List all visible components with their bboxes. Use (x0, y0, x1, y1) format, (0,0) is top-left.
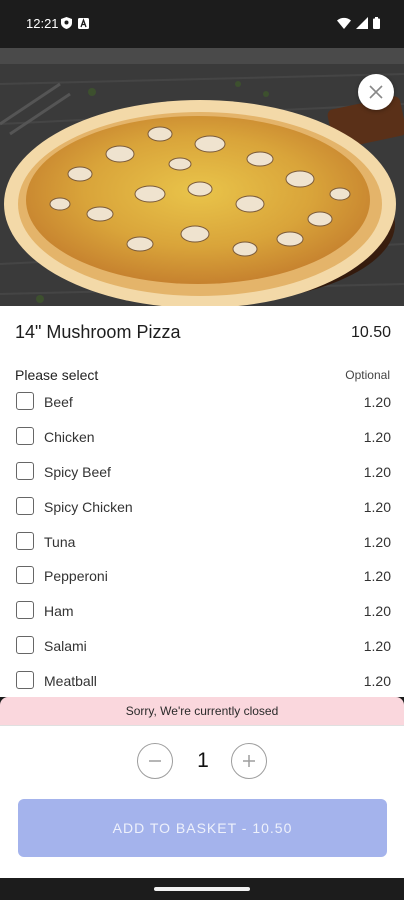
checkbox[interactable] (16, 496, 34, 515)
decrease-quantity-button[interactable] (137, 743, 173, 779)
order-panel: 1 ADD TO BASKET - 10.50 (0, 725, 404, 878)
status-right-icons (337, 17, 380, 29)
checkbox[interactable] (16, 531, 34, 550)
checkbox[interactable] (16, 461, 34, 480)
option-name: Spicy Beef (44, 463, 111, 480)
option-price: 1.20 (363, 533, 391, 550)
option-price: 1.20 (363, 428, 391, 445)
option-name: Ham (44, 603, 74, 620)
close-icon (369, 85, 383, 99)
option-price: 1.20 (363, 673, 391, 690)
increase-quantity-button[interactable] (231, 743, 267, 779)
closed-banner: Sorry, We're currently closed (0, 697, 404, 725)
status-time: 12:21 (26, 16, 59, 31)
options-section-label: Please select (15, 367, 99, 383)
plus-icon (243, 755, 255, 767)
option-row-tuna[interactable]: Tuna 1.20 (0, 524, 404, 559)
item-price: 10.50 (350, 324, 391, 341)
option-price: 1.20 (363, 568, 391, 585)
checkbox[interactable] (16, 636, 34, 655)
checkbox[interactable] (16, 426, 34, 445)
option-row-chicken[interactable]: Chicken 1.20 (0, 419, 404, 454)
option-name: Pepperoni (44, 568, 108, 585)
status-left-icons (61, 17, 89, 29)
system-nav-bar (0, 878, 404, 900)
option-row-spicy-beef[interactable]: Spicy Beef 1.20 (0, 454, 404, 489)
home-indicator[interactable] (154, 887, 250, 891)
option-price: 1.20 (363, 463, 391, 480)
option-row-spicy-chicken[interactable]: Spicy Chicken 1.20 (0, 489, 404, 524)
status-bar: 12:21 (0, 0, 404, 48)
checkbox[interactable] (16, 601, 34, 620)
quantity-stepper: 1 (0, 743, 404, 779)
option-name: Salami (44, 638, 87, 655)
option-name: Spicy Chicken (44, 498, 133, 515)
wifi-icon (337, 17, 351, 29)
pizza-image (0, 64, 404, 306)
option-price: 1.20 (363, 394, 391, 410)
checkbox[interactable] (16, 566, 34, 585)
option-name: Beef (44, 394, 73, 410)
checkbox[interactable] (16, 392, 34, 410)
checkbox[interactable] (16, 671, 34, 690)
option-row-ham[interactable]: Ham 1.20 (0, 593, 404, 628)
option-row-pepperoni[interactable]: Pepperoni 1.20 (0, 558, 404, 593)
item-details: 14" Mushroom Pizza 10.50 Please select O… (0, 306, 404, 697)
option-row-beef[interactable]: Beef 1.20 (0, 384, 404, 419)
close-button[interactable] (358, 74, 394, 110)
shield-icon (61, 17, 72, 29)
option-name: Tuna (44, 533, 76, 550)
minus-icon (149, 760, 161, 762)
option-price: 1.20 (363, 603, 391, 620)
battery-icon (373, 17, 380, 29)
option-name: Meatball (44, 673, 97, 690)
sheet-top-gap (0, 48, 404, 64)
optional-label: Optional (345, 368, 390, 382)
option-row-salami[interactable]: Salami 1.20 (0, 628, 404, 663)
quantity-value: 1 (197, 749, 209, 772)
option-price: 1.20 (363, 638, 391, 655)
a-box-icon (78, 17, 89, 29)
options-list: Beef 1.20 Chicken 1.20 Spicy Beef 1.20 S… (0, 384, 404, 698)
add-to-basket-button[interactable]: ADD TO BASKET - 10.50 (18, 799, 387, 857)
option-price: 1.20 (363, 498, 391, 515)
option-name: Chicken (44, 428, 95, 445)
item-title: 14" Mushroom Pizza (15, 322, 181, 342)
option-row-meatball[interactable]: Meatball 1.20 (0, 663, 404, 698)
signal-icon (356, 17, 368, 29)
